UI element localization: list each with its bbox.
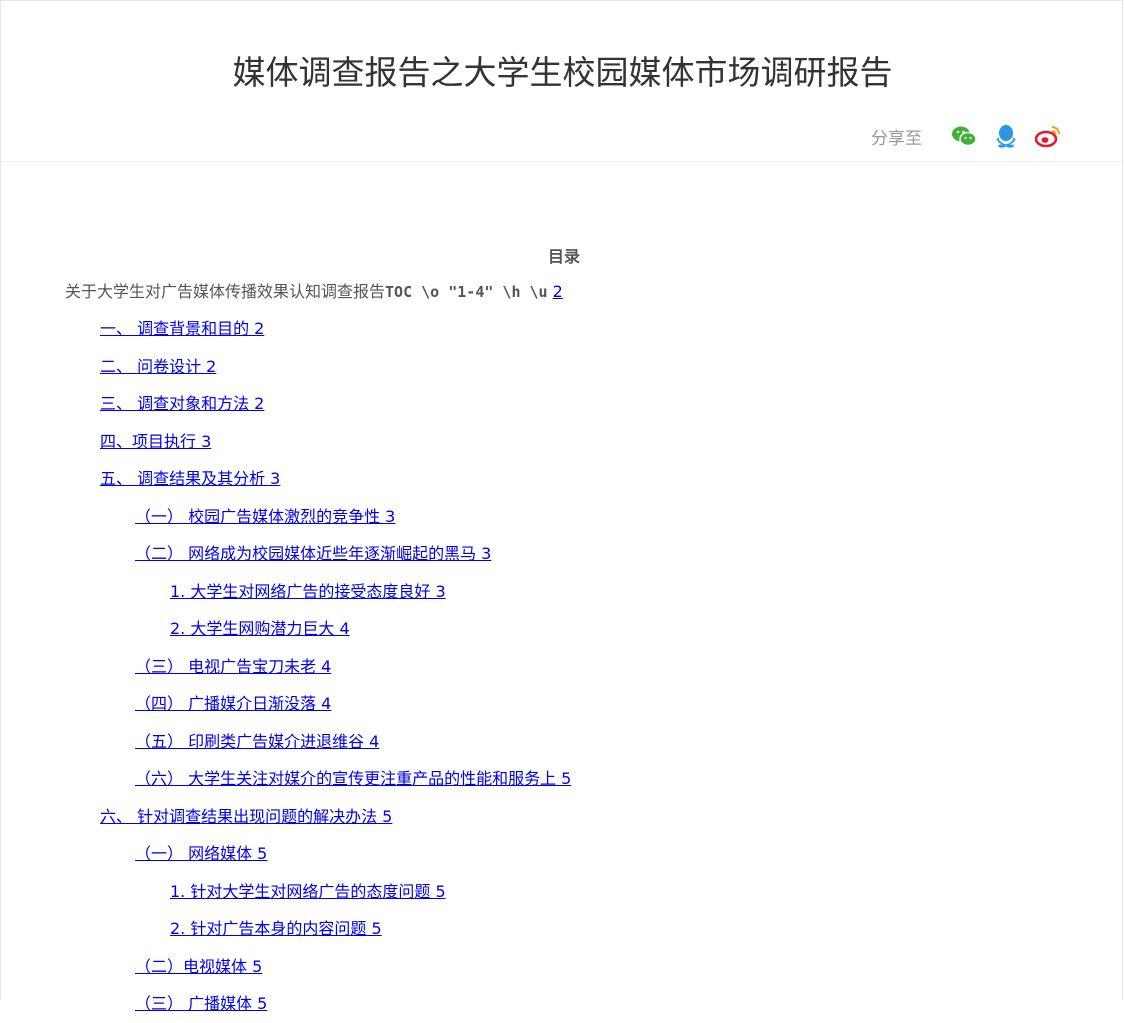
toc-link[interactable]: （一） 网络媒体 5	[135, 844, 267, 863]
toc-link[interactable]: 1. 大学生对网络广告的接受态度良好 3	[170, 582, 446, 601]
weibo-icon[interactable]	[1034, 122, 1062, 150]
toc-link[interactable]: （四） 广播媒介日渐没落 4	[135, 694, 331, 713]
toc-intro: 关于大学生对广告媒体传播效果认知调查报告TOC \o "1-4" \h \u 2	[65, 273, 1065, 310]
toc-link[interactable]: （二）电视媒体 5	[135, 957, 262, 976]
toc-link[interactable]: （一） 校园广告媒体激烈的竞争性 3	[135, 507, 395, 526]
page-title: 媒体调查报告之大学生校园媒体市场调研报告	[232, 53, 893, 92]
toc-link[interactable]: （五） 印刷类广告媒介进退维谷 4	[135, 732, 379, 751]
toc-intro-text: 关于大学生对广告媒体传播效果认知调查报告	[65, 282, 386, 301]
toc-entry: 2. 大学生网购潜力巨大 4	[65, 610, 1065, 648]
toc-entry: 六、 针对调查结果出现问题的解决办法 5	[65, 798, 1065, 836]
toc-entry: 三、 调查对象和方法 2	[65, 385, 1065, 423]
article-header: 媒体调查报告之大学生校园媒体市场调研报告 分享至	[1, 1, 1124, 162]
qq-icon[interactable]	[992, 122, 1020, 150]
toc-link[interactable]: （六） 大学生关注对媒介的宣传更注重产品的性能和服务上 5	[135, 769, 571, 788]
article-content: 目录 关于大学生对广告媒体传播效果认知调查报告TOC \o "1-4" \h \…	[65, 241, 1065, 1023]
toc-intro-page-link[interactable]: 2	[553, 282, 563, 301]
page-frame: 媒体调查报告之大学生校园媒体市场调研报告 分享至 目录 关于大学生对广告媒体传播…	[0, 0, 1124, 1013]
toc-link[interactable]: （三） 广播媒体 5	[135, 994, 267, 1013]
toc-list: 一、 调查背景和目的 2 二、 问卷设计 2 三、 调查对象和方法 2 四、项目执行 …	[65, 310, 1065, 1023]
toc-link[interactable]: 2. 大学生网购潜力巨大 4	[170, 619, 350, 638]
toc-link[interactable]: 三、 调查对象和方法 2	[100, 394, 264, 413]
share-label: 分享至	[871, 128, 922, 149]
toc-entry: 1. 大学生对网络广告的接受态度良好 3	[65, 573, 1065, 611]
toc-entry: （三） 广播媒体 5	[65, 985, 1065, 1023]
toc-entry: （一） 校园广告媒体激烈的竞争性 3	[65, 498, 1065, 536]
toc-link[interactable]: 四、项目执行 3	[100, 432, 211, 451]
toc-link[interactable]: 六、 针对调查结果出现问题的解决办法 5	[100, 807, 392, 826]
wechat-icon[interactable]	[950, 122, 978, 150]
toc-link[interactable]: （二） 网络成为校园媒体近些年逐渐崛起的黑马 3	[135, 544, 491, 563]
toc-entry: （二）电视媒体 5	[65, 948, 1065, 986]
toc-link[interactable]: 二、 问卷设计 2	[100, 357, 216, 376]
toc-link[interactable]: 1. 针对大学生对网络广告的态度问题 5	[170, 882, 446, 901]
toc-entry: 二、 问卷设计 2	[65, 348, 1065, 386]
toc-entry: 1. 针对大学生对网络广告的态度问题 5	[65, 873, 1065, 911]
toc-entry: 四、项目执行 3	[65, 423, 1065, 461]
share-bar: 分享至	[871, 121, 1062, 151]
toc-link[interactable]: （三） 电视广告宝刀未老 4	[135, 657, 331, 676]
toc-entry: （四） 广播媒介日渐没落 4	[65, 685, 1065, 723]
toc-entry: （五） 印刷类广告媒介进退维谷 4	[65, 723, 1065, 761]
toc-heading: 目录	[547, 247, 580, 266]
toc-field-code: TOC \o "1-4" \h \u	[385, 283, 548, 301]
toc-entry: 2. 针对广告本身的内容问题 5	[65, 910, 1065, 948]
toc-entry: 一、 调查背景和目的 2	[65, 310, 1065, 348]
toc-entry: （一） 网络媒体 5	[65, 835, 1065, 873]
toc-link[interactable]: 五、 调查结果及其分析 3	[100, 469, 280, 488]
toc-entry: （二） 网络成为校园媒体近些年逐渐崛起的黑马 3	[65, 535, 1065, 573]
toc-entry: （六） 大学生关注对媒介的宣传更注重产品的性能和服务上 5	[65, 760, 1065, 798]
toc-entry: （三） 电视广告宝刀未老 4	[65, 648, 1065, 686]
toc-link[interactable]: 一、 调查背景和目的 2	[100, 319, 264, 338]
toc-link[interactable]: 2. 针对广告本身的内容问题 5	[170, 919, 382, 938]
toc-entry: 五、 调查结果及其分析 3	[65, 460, 1065, 498]
